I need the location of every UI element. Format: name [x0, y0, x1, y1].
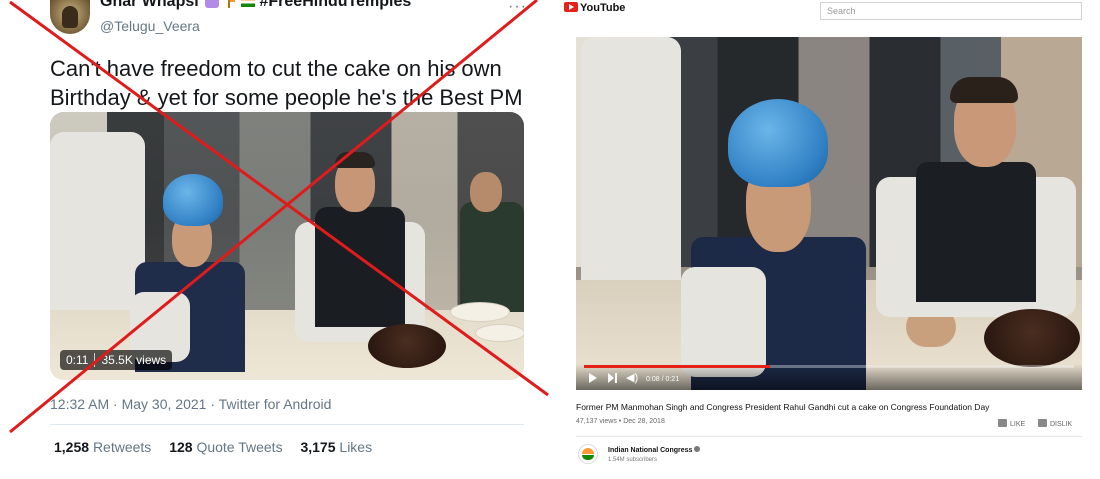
- retweets-count: 1,258: [54, 439, 90, 455]
- divider: [50, 424, 524, 425]
- verified-icon: [694, 446, 701, 452]
- search-input[interactable]: Search: [820, 2, 1082, 20]
- volume-icon[interactable]: ◀): [626, 371, 638, 384]
- next-icon[interactable]: [608, 373, 618, 383]
- plate: [475, 324, 524, 342]
- youtube-play-icon: [564, 2, 578, 12]
- user-handle[interactable]: @Telugu_Veera: [100, 18, 200, 34]
- channel-name: Indian National Congress: [608, 447, 693, 454]
- tweet-timestamp[interactable]: 12:32 AM · May 30, 2021 · Twitter for An…: [50, 396, 331, 412]
- vest-man-hair: [335, 152, 375, 168]
- likes-count: 3,175: [300, 439, 336, 455]
- video-title: Former PM Manmohan Singh and Congress Pr…: [576, 402, 990, 412]
- divider: [576, 436, 1082, 437]
- player-vest-man-hair: [950, 77, 1018, 103]
- player-time: 0:08 / 0:21: [646, 376, 680, 383]
- quote-tweets-count: 128: [169, 439, 193, 455]
- likes-label: Likes: [339, 439, 373, 455]
- display-name[interactable]: Ghar Whapsi: [100, 0, 199, 10]
- player-turban: [728, 99, 828, 187]
- youtube-video-player[interactable]: ◀) 0:08 / 0:21: [576, 37, 1082, 390]
- video-info-badge: 0:11 35.5K views: [60, 350, 173, 370]
- thumbs-up-icon: [998, 419, 1007, 427]
- purple-emoji-icon: [205, 0, 220, 8]
- retweets-stat[interactable]: 1,258 Retweets: [54, 439, 151, 455]
- video-duration: 0:11: [66, 353, 89, 367]
- player-turban-man-arm: [681, 267, 766, 377]
- plate: [450, 302, 510, 322]
- likes-stat[interactable]: 3,175 Likes: [300, 439, 372, 455]
- cake: [368, 324, 446, 368]
- youtube-logo-text: YouTube: [580, 2, 626, 14]
- progress-bar[interactable]: [584, 365, 1074, 368]
- player-cake: [984, 309, 1080, 367]
- india-flag-icon: [241, 0, 256, 7]
- tweet-video[interactable]: 0:11 35.5K views: [50, 112, 524, 380]
- bystander-right-face: [470, 172, 502, 212]
- video-views-date: 47,137 views • Dec 28, 2018: [576, 418, 665, 425]
- bystander-right: [460, 202, 524, 312]
- channel-name-row[interactable]: Indian National Congress: [608, 446, 701, 454]
- profile-hashtag: #FreeHinduTemples: [259, 0, 412, 10]
- user-avatar[interactable]: [50, 0, 90, 34]
- avatar-figure: [62, 6, 78, 28]
- like-button[interactable]: LIKE: [998, 419, 1025, 428]
- player-vest-man-jacket: [916, 162, 1036, 302]
- youtube-logo[interactable]: YouTube: [564, 2, 625, 14]
- youtube-page: YouTube Search ◀) 0:08 / 0:21 Former PM …: [556, 0, 1100, 479]
- quote-tweets-stat[interactable]: 128 Quote Tweets: [169, 439, 282, 455]
- display-name-row[interactable]: Ghar Whapsi #FreeHinduTemples: [100, 0, 411, 11]
- like-label: LIKE: [1010, 421, 1026, 428]
- tweet-card: Ghar Whapsi #FreeHinduTemples @Telugu_Ve…: [0, 0, 550, 479]
- saffron-flag-icon: [227, 0, 235, 8]
- dislike-label: DISLIK: [1050, 421, 1073, 428]
- channel-avatar[interactable]: [578, 444, 598, 464]
- retweets-label: Retweets: [92, 439, 152, 455]
- vest-man-jacket: [315, 207, 405, 327]
- quote-tweets-label: Quote Tweets: [196, 439, 283, 455]
- turban: [163, 174, 223, 226]
- more-options-icon[interactable]: ···: [508, 0, 527, 16]
- progress-bar-fill: [584, 365, 771, 368]
- player-bystander-shirt: [581, 37, 681, 307]
- thumbs-down-icon: [1038, 419, 1047, 427]
- channel-subscribers: 1.54M subscribers: [608, 457, 658, 463]
- video-views: 35.5K views: [94, 353, 167, 367]
- dislike-button[interactable]: DISLIK: [1038, 419, 1072, 428]
- play-icon[interactable]: [589, 373, 597, 383]
- tweet-stats: 1,258 Retweets 128 Quote Tweets 3,175 Li…: [54, 439, 386, 455]
